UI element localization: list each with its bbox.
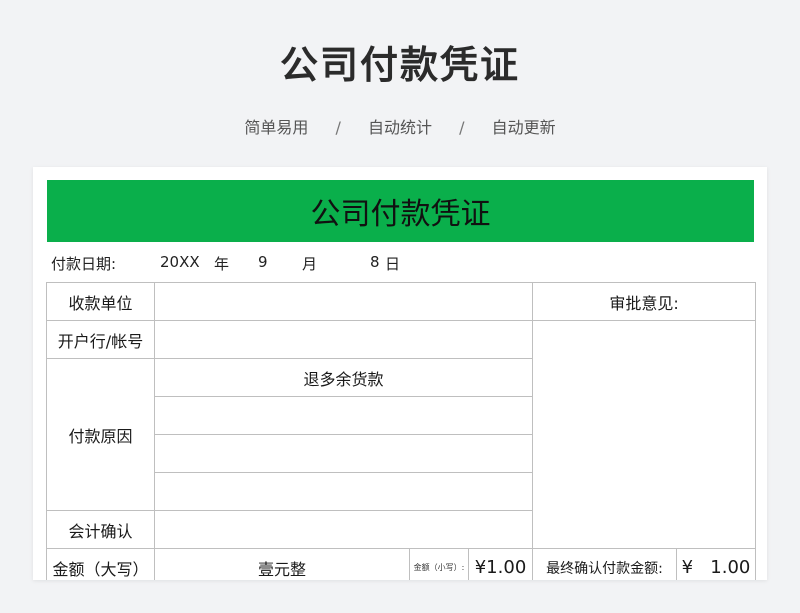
tag-auto-stat: 自动统计 [367,118,432,137]
bank-account-label: 开户行/帐号 [46,320,155,359]
payment-month[interactable]: 9 [258,253,268,271]
amount-upper-value[interactable]: 壹元整 [154,548,410,580]
payment-day[interactable]: 8 [370,253,380,271]
payee-value[interactable] [153,282,534,321]
payment-reason-line[interactable] [153,472,534,511]
tag-auto-update: 自动更新 [491,118,556,137]
amount-upper-label: 金额（大写） [46,548,155,580]
feature-tags: 简单易用 / 自动统计 / 自动更新 [0,114,800,138]
final-amount-label: 最终确认付款金额: [532,548,678,580]
payment-reason-line[interactable]: 退多余货款 [153,358,534,397]
voucher-table: 收款单位 审批意见: 开户行/帐号 付款原因 退多余货款 会计确认 金额（大写） [46,282,757,580]
tag-easy: 简单易用 [244,118,309,137]
tag-separator: / [459,118,465,137]
tag-separator: / [335,118,341,137]
payment-year[interactable]: 20XX [160,253,200,271]
accounting-confirm-label: 会计确认 [46,510,155,549]
voucher-banner: 公司付款凭证 [47,180,754,242]
payee-label: 收款单位 [46,282,155,321]
payment-reason-label: 付款原因 [46,358,155,511]
final-amount-value[interactable]: ¥ 1.00 [676,548,757,580]
payment-date-label: 付款日期: [51,255,117,273]
page-title: 公司付款凭证 [279,43,520,87]
bank-account-value[interactable] [153,320,534,359]
amount-lower-label: 金额（小写）: [409,548,469,580]
voucher-sheet: 公司付款凭证 付款日期: 20XX 年 9 月 8 日 收款单位 审批意见: 开… [33,167,767,580]
payment-day-unit: 日 [385,255,401,273]
payment-reason-line[interactable] [153,396,534,435]
payment-year-unit: 年 [214,255,230,273]
approval-value[interactable] [532,320,757,549]
amount-lower-value[interactable]: ¥1.00 [467,548,534,580]
payment-reason-line[interactable] [153,434,534,473]
accounting-confirm-value[interactable] [153,510,534,549]
payment-month-unit: 月 [302,255,318,273]
approval-label: 审批意见: [532,282,757,321]
